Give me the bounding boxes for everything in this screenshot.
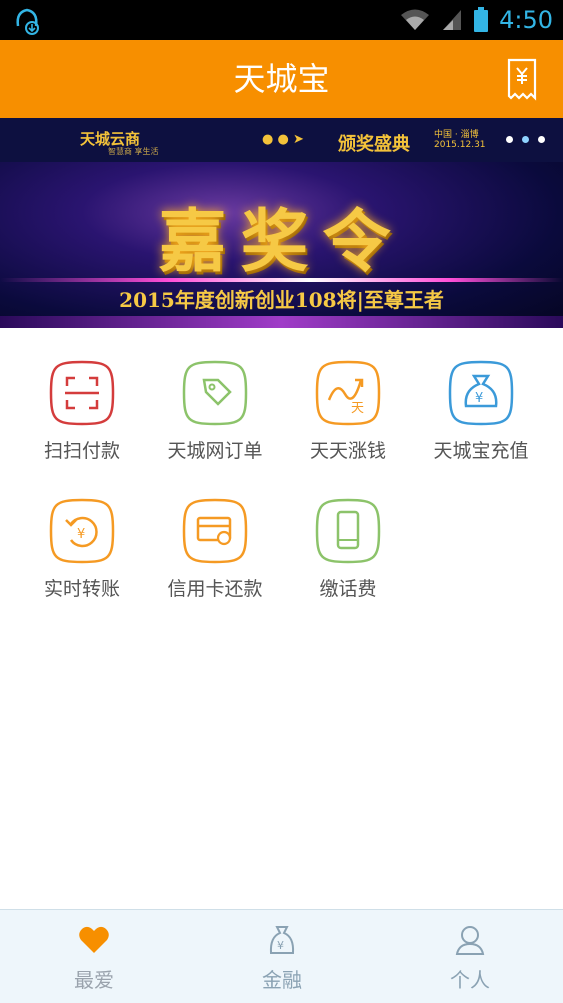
feature-credit-card-repay[interactable]: 信用卡还款	[145, 466, 285, 600]
tab-label: 个人	[450, 968, 490, 992]
feature-wallet-topup[interactable]: ¥ 天城宝充值	[411, 328, 551, 462]
feature-label: 信用卡还款	[167, 578, 263, 600]
credit-card-icon	[182, 498, 248, 564]
heart-icon	[79, 926, 109, 953]
banner-light-line	[0, 278, 563, 282]
feature-label: 天城宝充值	[433, 440, 529, 462]
promo-banner[interactable]: 天城云商 智慧商 享生活 ● ● ➤ 颁奖盛典 中国 · 淄博 2015.12.…	[0, 118, 563, 328]
page-title: 天城宝	[233, 60, 330, 98]
banner-subtitle: 2015年度创新创业108将|至尊王者	[119, 288, 444, 312]
banner-event-location: 中国 · 淄博	[434, 130, 479, 140]
bottom-tab-bar: 最爱 ¥ 金融 个人	[0, 909, 563, 1003]
finance-bag-icon: ¥	[269, 926, 295, 954]
feature-label: 缴话费	[319, 578, 377, 600]
clock: 4:50	[499, 6, 553, 34]
tab-label: 金融	[262, 968, 302, 992]
page-dot-active	[522, 136, 529, 143]
download-notification-icon	[16, 8, 39, 35]
tab-favorites[interactable]: 最爱	[0, 910, 188, 1003]
banner-event-info: 中国 · 淄博 2015.12.31	[434, 130, 486, 150]
feature-label: 天天涨钱	[309, 440, 386, 462]
growth-icon: 天	[315, 360, 381, 426]
status-bar: 4:50	[0, 0, 563, 40]
person-icon	[455, 926, 485, 955]
feature-label: 实时转账	[43, 578, 120, 600]
phone-icon	[315, 498, 381, 564]
scan-icon	[49, 360, 115, 426]
tab-label: 最爱	[74, 968, 114, 992]
banner-page-indicator	[506, 136, 545, 143]
svg-text:¥: ¥	[77, 527, 85, 542]
wifi-icon	[401, 9, 430, 30]
page-dot	[506, 136, 513, 143]
feature-daily-growth[interactable]: 天 天天涨钱	[278, 328, 418, 462]
banner-bottom-glow	[0, 316, 563, 328]
banner-event-date: 2015.12.31	[434, 140, 486, 150]
feature-label: 扫扫付款	[43, 440, 120, 462]
banner-headline: 嘉奖令	[158, 202, 405, 282]
feature-scan-pay[interactable]: 扫扫付款	[12, 328, 152, 462]
feature-label: 天城网订单	[167, 440, 263, 462]
page-dot	[538, 136, 545, 143]
banner-brand-slogan: 智慧商 享生活	[108, 147, 159, 156]
battery-icon	[474, 7, 489, 32]
svg-text:¥: ¥	[475, 391, 483, 406]
tab-personal[interactable]: 个人	[376, 910, 563, 1003]
svg-text:¥: ¥	[277, 939, 284, 952]
sponsor-logos: ● ● ➤	[262, 132, 304, 147]
money-bag-icon: ¥	[448, 360, 514, 426]
banner-event-title: 颁奖盛典	[338, 134, 410, 155]
signal-icon	[443, 10, 462, 30]
receipt-icon[interactable]	[505, 56, 539, 102]
tag-icon	[182, 360, 248, 426]
feature-phone-bill[interactable]: 缴话费	[278, 466, 418, 600]
app-header: 天城宝	[0, 40, 563, 118]
svg-text:天: 天	[351, 401, 364, 416]
transfer-icon: ¥	[49, 498, 115, 564]
tab-finance[interactable]: ¥ 金融	[188, 910, 376, 1003]
feature-instant-transfer[interactable]: ¥ 实时转账	[12, 466, 152, 600]
feature-tiancheng-orders[interactable]: 天城网订单	[145, 328, 285, 462]
